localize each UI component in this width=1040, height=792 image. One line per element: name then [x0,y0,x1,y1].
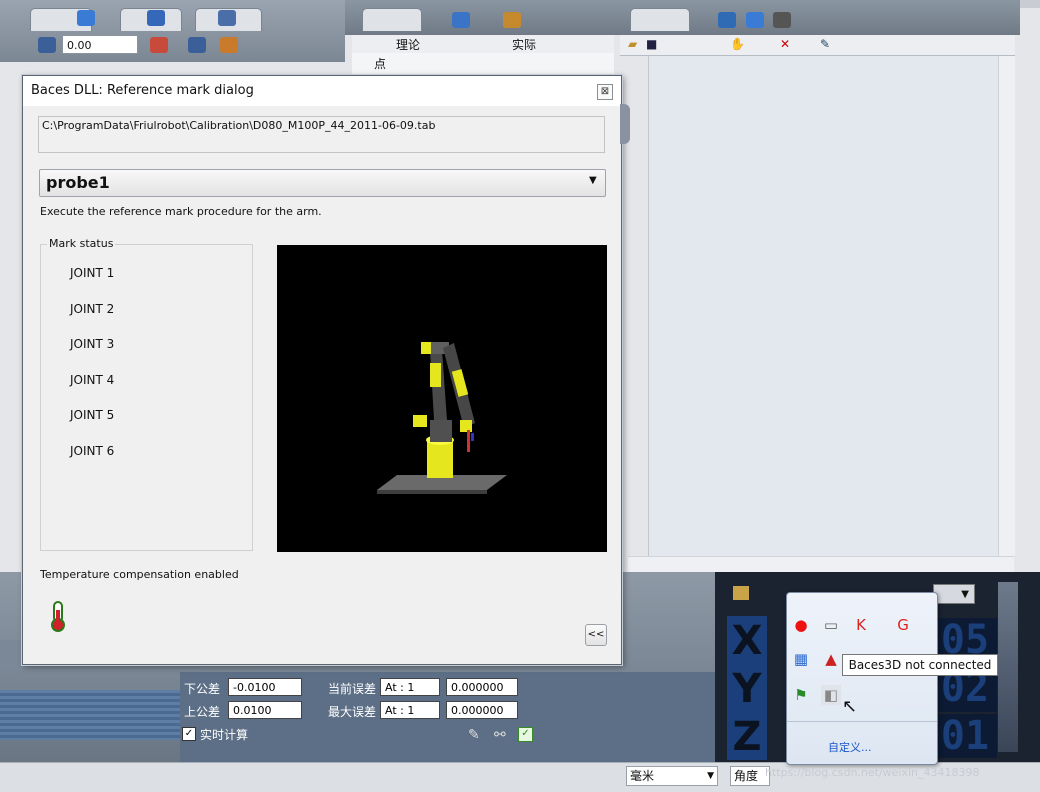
tray-divider [787,721,937,722]
pointer-icon[interactable] [38,37,56,53]
reference-mark-dialog: Baces DLL: Reference mark dialog ⊠ C:\Pr… [22,75,622,665]
table-icon[interactable] [746,12,764,28]
unit-value: 毫米 [630,769,655,783]
probe-select-value: probe1 [46,173,110,192]
thermometer-icon [50,600,66,635]
z-axis-letter: Z [727,712,767,760]
edit-icon[interactable]: ✎ [468,727,480,743]
progress-stripe [0,690,200,740]
pdf-tray-icon[interactable]: ▲ [821,649,841,669]
dialog-titlebar[interactable]: Baces DLL: Reference mark dialog ⊠ [23,76,621,106]
realtime-checkbox[interactable]: ✓ [182,727,196,741]
instruction-text: Execute the reference mark procedure for… [40,205,322,218]
save-icon[interactable]: ■ [646,37,657,51]
temp-compensation-text: Temperature compensation enabled [40,568,239,581]
eye-icon[interactable] [147,10,165,26]
chat-tray-icon[interactable]: ● [791,615,811,635]
current-err-label: 当前误差 [328,682,377,696]
window-icon[interactable] [218,10,236,26]
vertical-scrollbar[interactable] [998,56,1015,556]
list-tab-active[interactable] [630,8,690,31]
mark-status-group [40,244,253,551]
close-button[interactable]: ⊠ [597,84,613,100]
k-tray-icon[interactable]: K [851,615,871,635]
customize-link[interactable]: 自定义... [828,739,872,755]
unit-select[interactable]: 毫米 ▼ [626,766,718,786]
tolerance-panel: 下公差 -0.0100 上公差 0.0100 当前误差 最大误差 At : 1 … [180,672,715,762]
calibration-path-field[interactable]: C:\ProgramData\Friulrobot\Calibration\D0… [38,116,605,153]
lock-icon[interactable] [733,586,749,600]
list-toolbar: ▰ ■ ✋ ✕ ✎ [620,35,1015,56]
value-input[interactable]: 0.00 [62,35,138,54]
cube-icon[interactable] [452,12,470,28]
shield-icon[interactable] [77,10,95,26]
x-axis-letter: X [727,616,767,666]
tray-tooltip: Baces3D not connected [842,654,998,676]
chevron-down-icon: ▼ [589,175,597,186]
mouse-cursor-icon: ↖ [842,696,858,717]
baces3d-tray-icon[interactable]: ◧ [821,685,841,705]
robot-arm-image [377,342,507,494]
lower-tol-input[interactable]: -0.0100 [228,678,302,696]
z-axis-digits: 01 [933,714,997,758]
hand-icon[interactable]: ✋ [730,37,745,51]
close-icon: ⊠ [600,86,610,97]
link-icon[interactable]: ⚯ [494,727,506,743]
joint-status-5: JOINT 5 [70,408,115,422]
dialog-title: Baces DLL: Reference mark dialog [31,83,254,98]
crosshair-icon[interactable] [150,37,168,53]
tray-overflow-popup: ● ▭ K G ▦ ▲ ⚑ ◧ 自定义... [786,592,938,765]
realtime-label: 实时计算 [200,728,249,742]
clipboard-tray-icon[interactable]: ▭ [821,615,841,635]
tree-item-point[interactable]: 点 [374,55,386,72]
joint-status-6: JOINT 6 [70,444,115,458]
delete-icon[interactable]: ✕ [780,37,790,51]
max-err-label: 最大误差 [328,705,377,719]
view-tab-active[interactable] [362,8,422,31]
max-err-at[interactable]: At : 1 [380,701,440,719]
open-folder-icon[interactable]: ▰ [628,37,637,51]
angle-select[interactable]: 角度 [730,766,770,786]
horizontal-scrollbar[interactable] [628,556,1014,573]
flag-tray-icon[interactable]: ⚑ [791,685,811,705]
camera-icon[interactable] [773,12,791,28]
upper-tol-label: 上公差 [184,705,221,719]
probe-icon[interactable] [188,37,206,53]
joint-status-2: JOINT 2 [70,302,115,316]
max-err-value: 0.000000 [446,701,518,719]
lower-tol-label: 下公差 [184,682,221,696]
upper-tol-input[interactable]: 0.0100 [228,701,302,719]
col-theory[interactable]: 理论 [396,36,420,53]
col-actual[interactable]: 实际 [512,36,536,53]
report-pane[interactable] [648,56,1015,556]
splitter-handle[interactable] [620,104,630,144]
mark-status-label: Mark status [47,237,116,250]
chevron-down-icon: ▼ [707,771,714,781]
joint-status-4: JOINT 4 [70,373,115,387]
confirm-icon[interactable]: ✓ [518,727,533,742]
watermark-text: https://blog.csdn.net/weixin_43418398 [765,766,980,779]
arm-3d-viewport[interactable] [277,245,607,552]
gear-icon[interactable] [503,12,521,28]
angle-value: 角度 [734,769,759,783]
joint-status-3: JOINT 3 [70,337,115,351]
y-axis-letter: Y [727,664,767,714]
collapse-button[interactable]: << [585,624,607,646]
current-err-at[interactable]: At : 1 [380,678,440,696]
probe-select[interactable]: probe1 ▼ [39,169,606,197]
grid-tray-icon[interactable]: ▦ [791,649,811,669]
tools-icon[interactable] [220,37,238,53]
coord-dropdown[interactable]: ▼ [933,584,975,604]
pen-icon[interactable]: ✎ [820,37,830,51]
axes-icon[interactable] [718,12,736,28]
current-err-value: 0.000000 [446,678,518,696]
antivirus-tray-icon[interactable]: G [893,615,913,635]
joint-status-1: JOINT 1 [70,266,115,280]
dro-side-toolbar[interactable] [998,582,1018,752]
tree-header: 理论 实际 [352,35,614,54]
